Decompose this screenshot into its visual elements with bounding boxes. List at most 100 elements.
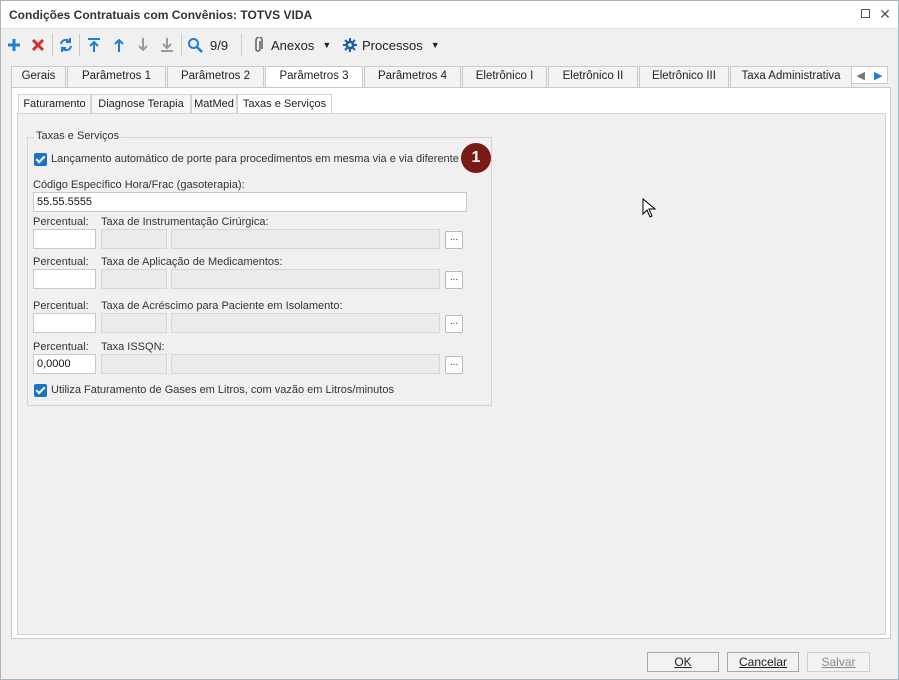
tax-code-field bbox=[101, 313, 167, 333]
tab-label: Taxa Administrativa bbox=[741, 70, 841, 82]
tax-description-field bbox=[171, 354, 440, 374]
tab-scroll-buttons: ◀ ▶ bbox=[851, 66, 888, 84]
plus-icon bbox=[8, 39, 20, 51]
attachments-menu[interactable]: Anexos ▼ bbox=[253, 35, 331, 55]
step-badge: 1 bbox=[461, 143, 491, 173]
gas-code-input[interactable] bbox=[33, 192, 467, 212]
lookup-button[interactable]: ... bbox=[445, 315, 463, 333]
group-title: Taxas e Serviços bbox=[34, 130, 122, 142]
main-tab-strip: Gerais Parâmetros 1 Parâmetros 2 Parâmet… bbox=[11, 66, 891, 88]
record-counter: 9/9 bbox=[210, 35, 228, 55]
maximize-icon bbox=[860, 9, 870, 18]
gas-liters-checkbox[interactable] bbox=[34, 384, 47, 397]
tax-issqn-label: Taxa ISSQN: bbox=[101, 341, 165, 353]
next-record-button[interactable] bbox=[136, 35, 150, 55]
title-bar: Condições Contratuais com Convênios: TOT… bbox=[1, 1, 898, 29]
gas-liters-label: Utiliza Faturamento de Gases em Litros, … bbox=[51, 384, 394, 396]
tab-scroll-right-icon[interactable]: ▶ bbox=[874, 69, 882, 82]
paperclip-icon bbox=[255, 37, 263, 52]
tab-eletronico-2[interactable]: Eletrônico II bbox=[548, 66, 638, 87]
tab-eletronico-3[interactable]: Eletrônico III bbox=[639, 66, 729, 87]
auto-porte-label: Lançamento automático de porte para proc… bbox=[51, 153, 459, 165]
save-button[interactable]: Salvar bbox=[807, 652, 870, 672]
tax-code-field bbox=[101, 229, 167, 249]
toolbar-separator bbox=[181, 34, 182, 56]
maximize-button[interactable] bbox=[858, 7, 872, 21]
tab-label: Gerais bbox=[21, 70, 56, 82]
percentual-input[interactable] bbox=[33, 229, 96, 249]
x-icon bbox=[31, 38, 45, 52]
percentual-label: Percentual: bbox=[33, 216, 89, 228]
tab-parametros-4[interactable]: Parâmetros 4 bbox=[364, 66, 461, 87]
window-title: Condições Contratuais com Convênios: TOT… bbox=[9, 8, 313, 22]
auto-porte-checkbox[interactable] bbox=[34, 153, 47, 166]
percentual-input[interactable] bbox=[33, 313, 96, 333]
tab-gerais[interactable]: Gerais bbox=[11, 66, 66, 87]
caret-down-icon: ▼ bbox=[322, 40, 332, 50]
subtab-taxas-e-servicos[interactable]: Taxas e Serviços bbox=[237, 94, 332, 115]
arrow-up-icon bbox=[114, 38, 124, 52]
tab-label: Parâmetros 4 bbox=[377, 70, 448, 82]
tab-parametros-2[interactable]: Parâmetros 2 bbox=[167, 66, 264, 87]
toolbar-separator bbox=[52, 34, 53, 56]
percentual-input[interactable] bbox=[33, 354, 96, 374]
record-counter-text: 9/9 bbox=[210, 37, 229, 53]
tax-description-field bbox=[171, 229, 440, 249]
close-icon: ✕ bbox=[879, 6, 891, 22]
subtab-label: Taxas e Serviços bbox=[242, 98, 327, 110]
add-button[interactable] bbox=[7, 35, 21, 55]
search-button[interactable] bbox=[187, 35, 203, 55]
close-button[interactable]: ✕ bbox=[878, 7, 892, 21]
ok-button[interactable]: OK bbox=[647, 652, 719, 672]
attachments-label: Anexos bbox=[271, 37, 315, 53]
gear-icon bbox=[343, 38, 357, 52]
subtab-matmed[interactable]: MatMed bbox=[191, 94, 237, 114]
tab-label: Eletrônico III bbox=[652, 70, 716, 82]
arrow-down-icon bbox=[138, 38, 148, 52]
tab-taxa-administrativa[interactable]: Taxa Administrativa bbox=[730, 66, 852, 87]
percentual-label: Percentual: bbox=[33, 256, 89, 268]
processes-label: Processos bbox=[362, 37, 423, 53]
lookup-button[interactable]: ... bbox=[445, 231, 463, 249]
tax-code-field bbox=[101, 354, 167, 374]
tab-label: Eletrônico I bbox=[475, 70, 534, 82]
tab-parametros-3[interactable]: Parâmetros 3 bbox=[265, 66, 363, 88]
tab-scroll-left-icon[interactable]: ◀ bbox=[857, 69, 865, 82]
first-record-button[interactable] bbox=[87, 35, 101, 55]
subtab-faturamento[interactable]: Faturamento bbox=[18, 94, 91, 114]
percentual-input[interactable] bbox=[33, 269, 96, 289]
delete-button[interactable] bbox=[31, 35, 45, 55]
tab-label: Parâmetros 1 bbox=[81, 70, 152, 82]
lookup-button[interactable]: ... bbox=[445, 271, 463, 289]
arrow-to-top-icon bbox=[88, 38, 100, 52]
tax-description-field bbox=[171, 269, 440, 289]
refresh-button[interactable] bbox=[58, 35, 74, 55]
subtab-label: Faturamento bbox=[23, 98, 86, 110]
previous-record-button[interactable] bbox=[112, 35, 126, 55]
subtab-label: Diagnose Terapia bbox=[98, 98, 184, 110]
tax-aplicacao-label: Taxa de Aplicação de Medicamentos: bbox=[101, 256, 283, 268]
tab-label: Parâmetros 2 bbox=[180, 70, 251, 82]
toolbar-separator bbox=[241, 34, 242, 56]
main-tab-panel: Faturamento Diagnose Terapia MatMed Taxa… bbox=[11, 87, 891, 639]
cancel-button[interactable]: Cancelar bbox=[727, 652, 799, 672]
subtab-label: MatMed bbox=[194, 98, 234, 110]
arrow-to-bottom-icon bbox=[161, 38, 173, 52]
lookup-button[interactable]: ... bbox=[445, 356, 463, 374]
tab-parametros-1[interactable]: Parâmetros 1 bbox=[67, 66, 166, 87]
tab-label: Eletrônico II bbox=[562, 70, 624, 82]
tax-isolamento-label: Taxa de Acréscimo para Paciente em Isola… bbox=[101, 300, 343, 312]
subtab-diagnose-terapia[interactable]: Diagnose Terapia bbox=[91, 94, 191, 114]
caret-down-icon: ▼ bbox=[430, 40, 440, 50]
tab-label: Parâmetros 3 bbox=[279, 70, 349, 82]
tax-code-field bbox=[101, 269, 167, 289]
tab-eletronico-1[interactable]: Eletrônico I bbox=[462, 66, 547, 87]
last-record-button[interactable] bbox=[160, 35, 174, 55]
sub-tab-panel: Taxas e Serviços Lançamento automático d… bbox=[17, 113, 886, 635]
tax-instrumentacao-label: Taxa de Instrumentação Cirúrgica: bbox=[101, 216, 269, 228]
taxas-servicos-group: Taxas e Serviços Lançamento automático d… bbox=[27, 130, 492, 406]
magnifier-icon bbox=[188, 38, 203, 53]
processes-menu[interactable]: Processos ▼ bbox=[343, 35, 440, 55]
percentual-label: Percentual: bbox=[33, 300, 89, 312]
sub-tab-strip: Faturamento Diagnose Terapia MatMed Taxa… bbox=[18, 94, 888, 115]
